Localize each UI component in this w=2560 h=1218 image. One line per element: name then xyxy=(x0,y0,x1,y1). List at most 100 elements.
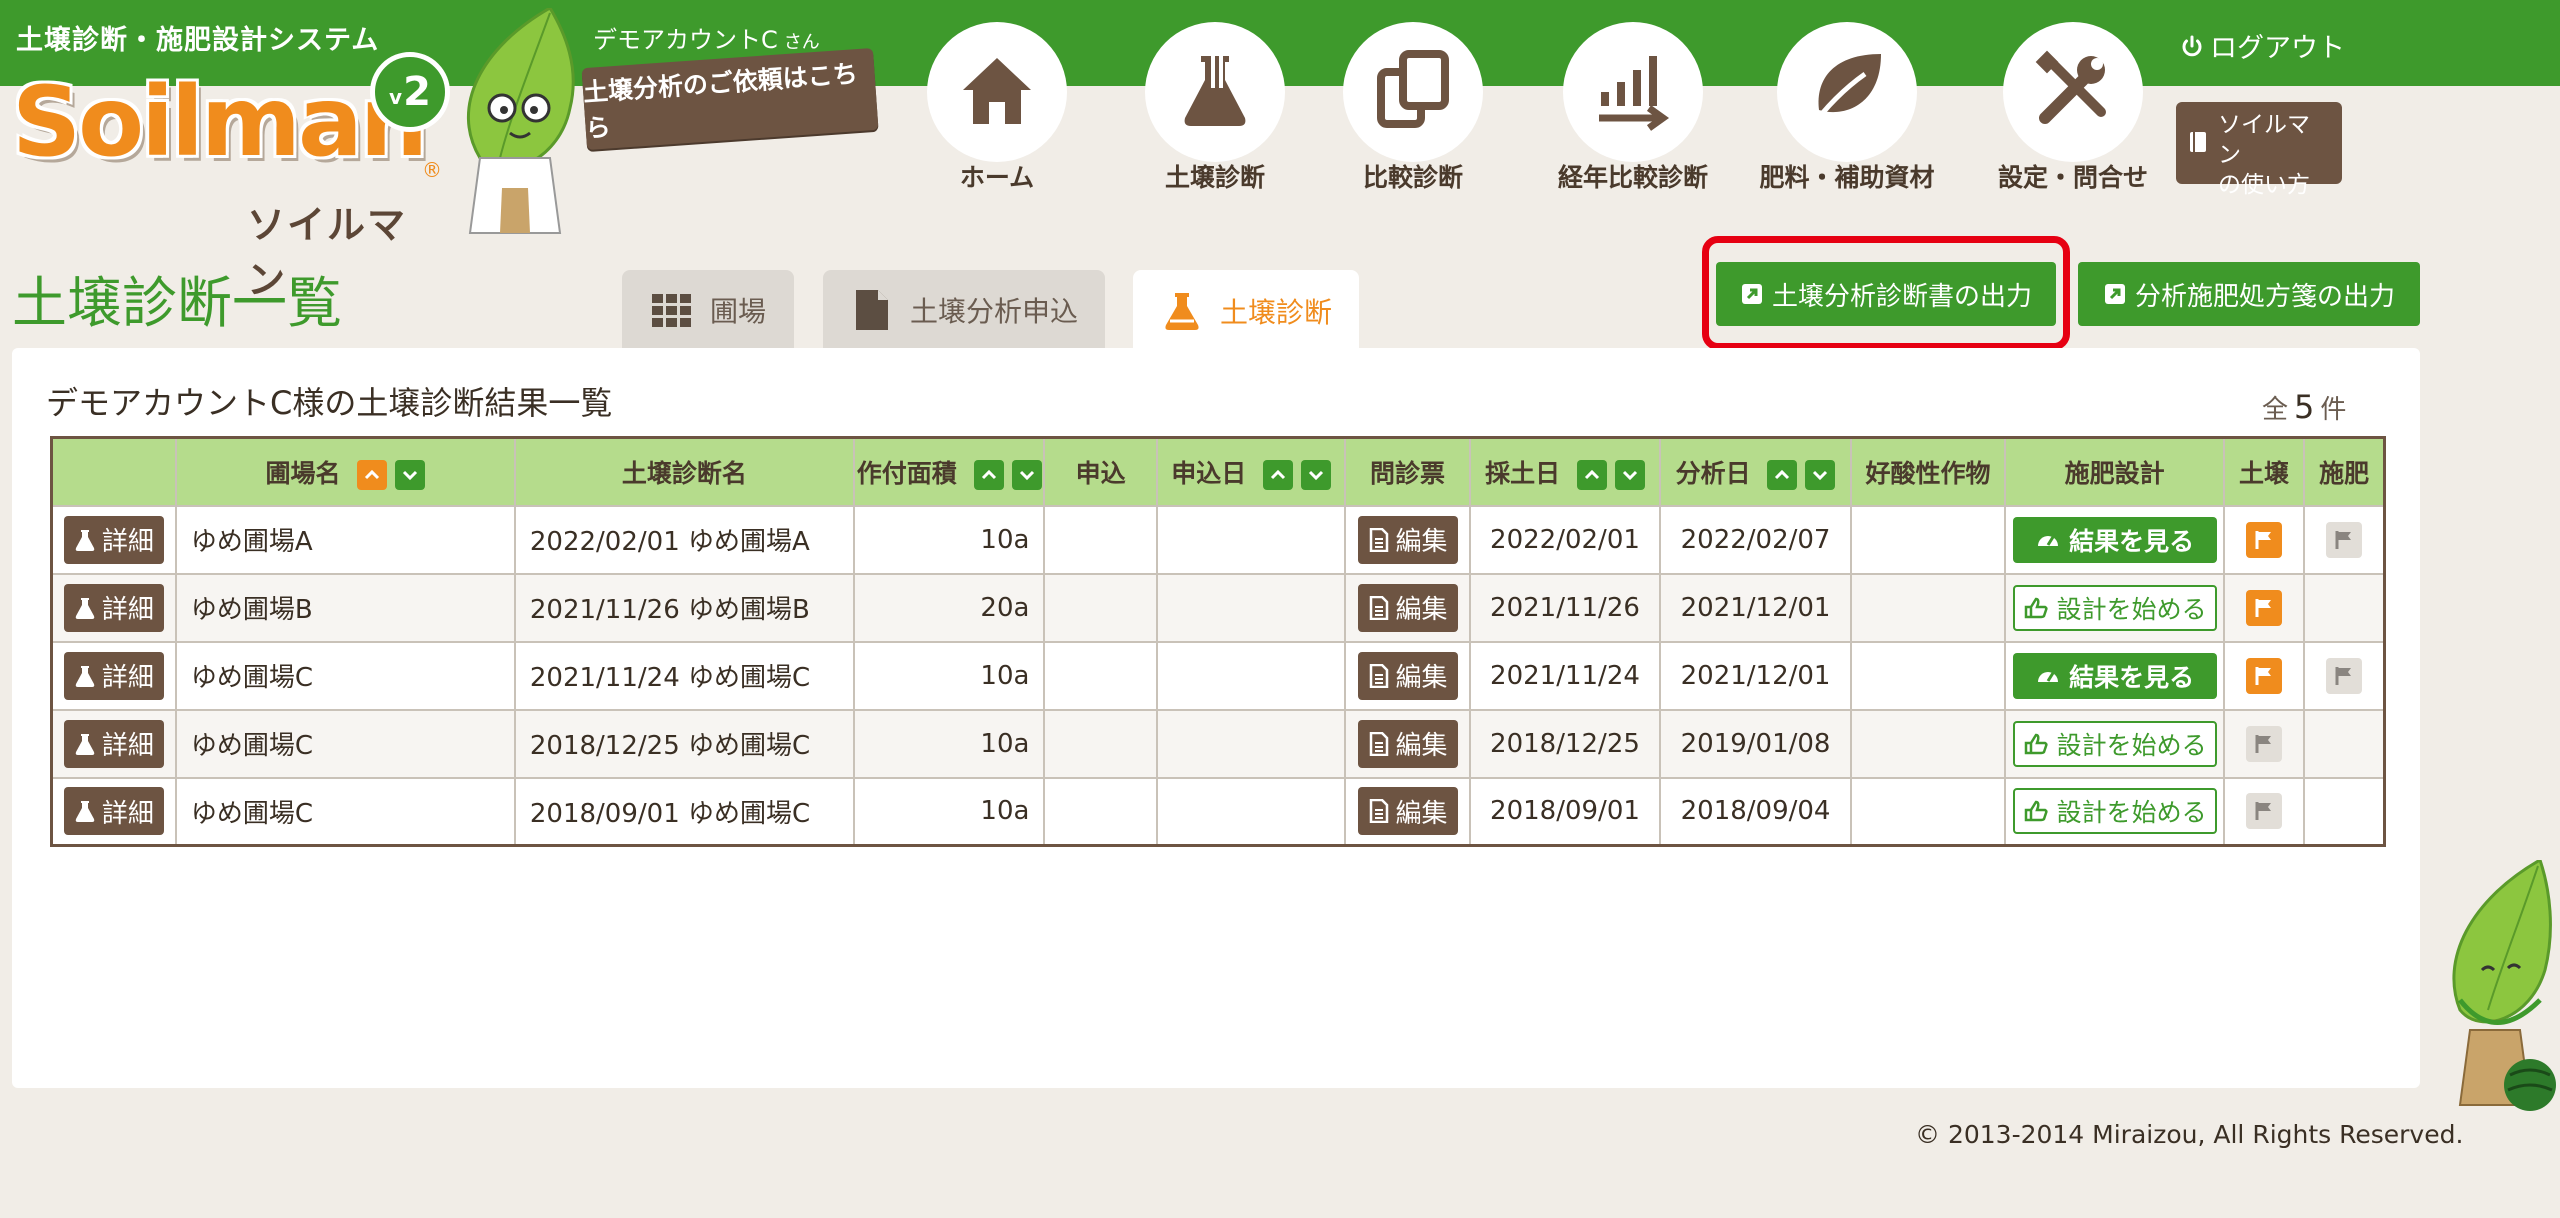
cell-soil xyxy=(2222,504,2306,575)
logout-link[interactable]: ログアウト xyxy=(2180,26,2345,65)
chevron-down-icon xyxy=(1019,470,1034,480)
page-title: 土壌診断一覧 xyxy=(12,271,343,335)
howto-button[interactable]: ソイルマン の使い方 xyxy=(2176,102,2342,198)
col-header-sample-date[interactable]: 採土日 xyxy=(1468,436,1662,507)
sort-asc-button[interactable] xyxy=(357,459,388,490)
col-header-apply-date[interactable]: 申込日 xyxy=(1155,436,1347,507)
nav-yearly-comparison[interactable]: 経年比較診断 xyxy=(1543,0,1723,200)
cell-fert-design: 結果を見る xyxy=(2004,640,2225,711)
detail-button[interactable]: 詳細 xyxy=(63,719,164,768)
cell-apply-date xyxy=(1155,776,1347,847)
sort-asc-button[interactable] xyxy=(1576,459,1607,490)
col-header-fert: 施肥 xyxy=(2303,436,2386,507)
sort-asc-button[interactable] xyxy=(973,459,1004,490)
cell-diagnosis-name: 2021/11/26 ゆめ圃場B xyxy=(513,572,855,643)
edit-button[interactable]: 編集 xyxy=(1357,651,1458,700)
cell-analysis-date: 2018/09/04 xyxy=(1659,776,1852,847)
hand-pointer-icon xyxy=(2024,597,2048,618)
table-row: 詳細 ゆめ圃場C 2018/09/01 ゆめ圃場C 10a 編集 2018/09/01 20… xyxy=(50,776,2386,847)
detail-button[interactable]: 詳細 xyxy=(63,515,164,564)
nav-comparison[interactable]: 比較診断 xyxy=(1323,0,1503,200)
soil-flag[interactable] xyxy=(2246,657,2283,694)
cell-questionnaire: 編集 xyxy=(1344,572,1471,643)
col-header-analysis-date[interactable]: 分析日 xyxy=(1659,436,1852,507)
copy-icon xyxy=(1377,50,1449,128)
flask-icon xyxy=(75,733,95,755)
sort-desc-button[interactable] xyxy=(1300,459,1331,490)
table-row: 詳細 ゆめ圃場C 2018/12/25 ゆめ圃場C 10a 編集 2018/12/25 20… xyxy=(50,708,2386,779)
cell-acid-crop xyxy=(1849,776,2007,847)
edit-button[interactable]: 編集 xyxy=(1357,719,1458,768)
col-header-label: 分析日 xyxy=(1675,458,1751,488)
cell-questionnaire: 編集 xyxy=(1344,640,1471,711)
nav-home[interactable]: ホーム xyxy=(907,0,1087,200)
tab-soil-diagnosis[interactable]: 土壌診断 xyxy=(1133,270,1359,352)
nav-soil-diagnosis[interactable]: 土壌診断 xyxy=(1125,0,1305,200)
tab-fields[interactable]: 圃場 xyxy=(622,270,794,350)
nav-settings[interactable]: 設定・問合せ xyxy=(1983,0,2163,200)
sort-controls xyxy=(1262,459,1331,490)
edit-button[interactable]: 編集 xyxy=(1357,787,1458,836)
cell-apply xyxy=(1043,640,1158,711)
col-header-area[interactable]: 作付面積 xyxy=(852,436,1046,507)
account-name-text: デモアカウントC xyxy=(593,26,778,54)
chevron-up-icon xyxy=(1270,469,1285,479)
fert-flag[interactable] xyxy=(2326,521,2363,558)
cell-fert xyxy=(2303,640,2386,711)
detail-label: 詳細 xyxy=(101,731,154,761)
mascot-watermelon-image xyxy=(2452,860,2556,1111)
nav-fertilizer-circle xyxy=(1779,24,1915,160)
detail-button[interactable]: 詳細 xyxy=(63,787,164,836)
tab-soil-analysis-application[interactable]: 土壌分析申込 xyxy=(823,270,1105,350)
sort-asc-button[interactable] xyxy=(1767,459,1798,490)
design-label: 設計を始める xyxy=(2056,798,2207,828)
cell-apply xyxy=(1043,572,1158,643)
soil-flag[interactable] xyxy=(2246,521,2283,558)
start-design-button[interactable]: 設計を始める xyxy=(2012,584,2217,631)
soil-flag[interactable] xyxy=(2246,725,2283,762)
cell-fert xyxy=(2303,504,2386,575)
export-prescription-button[interactable]: 分析施肥処方箋の出力 xyxy=(2078,262,2420,326)
sort-controls xyxy=(357,459,426,490)
cell-apply-date xyxy=(1155,572,1347,643)
house-icon xyxy=(963,58,1031,124)
sort-desc-button[interactable] xyxy=(395,459,426,490)
nav-fertilizer[interactable]: 肥料・補助資材 xyxy=(1757,0,1937,200)
cell-questionnaire: 編集 xyxy=(1344,708,1471,779)
start-design-button[interactable]: 設計を始める xyxy=(2012,788,2217,835)
sort-asc-button[interactable] xyxy=(1262,459,1293,490)
detail-button[interactable]: 詳細 xyxy=(63,583,164,632)
sort-desc-button[interactable] xyxy=(1011,459,1042,490)
sort-desc-button[interactable] xyxy=(1805,459,1836,490)
sort-desc-button[interactable] xyxy=(1614,459,1645,490)
soilman-logo[interactable]: Soilman ソイルマン ® xyxy=(12,74,442,302)
fert-flag[interactable] xyxy=(2326,657,2363,694)
col-header-field[interactable]: 圃場名 xyxy=(174,436,516,507)
cell-diagnosis-name: 2021/11/24 ゆめ圃場C xyxy=(513,640,855,711)
col-header-apply: 申込 xyxy=(1043,436,1158,507)
cell-sample-date: 2018/12/25 xyxy=(1468,708,1662,779)
edit-button[interactable]: 編集 xyxy=(1357,515,1458,564)
view-result-button[interactable]: 結果を見る xyxy=(2012,652,2217,699)
nav-label: ホーム xyxy=(959,163,1035,192)
count-suffix: 件 xyxy=(2320,395,2347,425)
cell-field: ゆめ圃場B xyxy=(174,572,516,643)
edit-button[interactable]: 編集 xyxy=(1357,583,1458,632)
view-result-button[interactable]: 結果を見る xyxy=(2012,516,2217,563)
cell-acid-crop xyxy=(1849,708,2007,779)
detail-label: 詳細 xyxy=(101,798,154,829)
edit-label: 編集 xyxy=(1395,798,1448,829)
export-soil-report-button[interactable]: 土壌分析診断書の出力 xyxy=(1716,262,2056,326)
soil-flag[interactable] xyxy=(2246,793,2283,830)
start-design-button[interactable]: 設計を始める xyxy=(2012,720,2217,767)
cell-area: 10a xyxy=(852,504,1046,575)
design-label: 結果を見る xyxy=(2069,526,2195,556)
results-panel: デモアカウントC様の土壌診断結果一覧 全5件 圃場名 土壌診断名 作付面積 申込… xyxy=(12,348,2420,1088)
detail-button[interactable]: 詳細 xyxy=(63,651,164,700)
cell-field: ゆめ圃場C xyxy=(174,776,516,847)
soil-flag[interactable] xyxy=(2246,589,2283,626)
version-number: 2 xyxy=(403,69,431,115)
nav-label: 経年比較診断 xyxy=(1557,163,1708,192)
cell-field: ゆめ圃場A xyxy=(174,504,516,575)
cell-sample-date: 2018/09/01 xyxy=(1468,776,1662,847)
